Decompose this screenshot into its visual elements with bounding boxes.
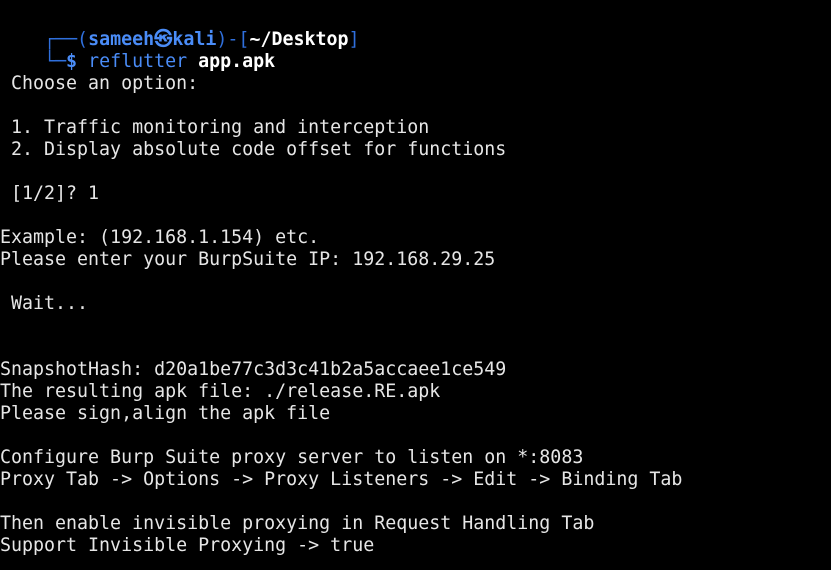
output-example: Example: (192.168.1.154) etc.: [0, 227, 320, 248]
output-answer: [1/2]? 1: [0, 183, 100, 204]
output-option-1: 1. Traffic monitoring and interception: [0, 117, 430, 138]
command-argument: app.apk: [198, 51, 276, 72]
prompt-dollar: $: [66, 51, 89, 72]
terminal-window[interactable]: ┌──(sameeh㉿kali)-[~/Desktop] └─$ reflutt…: [0, 0, 831, 570]
prompt-bracket-end: ]: [348, 29, 360, 50]
output-result-file: The resulting apk file: ./release.RE.apk: [0, 381, 441, 402]
output-enable: Then enable invisible proxying in Reques…: [0, 513, 595, 534]
output-sign: Please sign,align the apk file: [0, 403, 331, 424]
output-support: Support Invisible Proxying -> true: [0, 535, 375, 556]
command-name: reflutter: [88, 51, 188, 72]
prompt-box-bottom: └─: [44, 51, 67, 72]
prompt-line-command: └─$ reflutter app.apk: [0, 29, 275, 72]
output-wait: Wait...: [0, 293, 89, 314]
output-choose: Choose an option:: [0, 73, 199, 94]
output-option-2: 2. Display absolute code offset for func…: [0, 139, 507, 160]
prompt-line-top: ┌──(sameeh㉿kali)-[~/Desktop]: [0, 7, 360, 50]
output-enter-ip: Please enter your BurpSuite IP: 192.168.…: [0, 249, 496, 270]
output-configure: Configure Burp Suite proxy server to lis…: [0, 447, 584, 468]
output-snapshot-hash: SnapshotHash: d20a1be77c3d3c41b2a5accaee…: [0, 359, 507, 380]
output-proxy-tab: Proxy Tab -> Options -> Proxy Listeners …: [0, 469, 683, 490]
